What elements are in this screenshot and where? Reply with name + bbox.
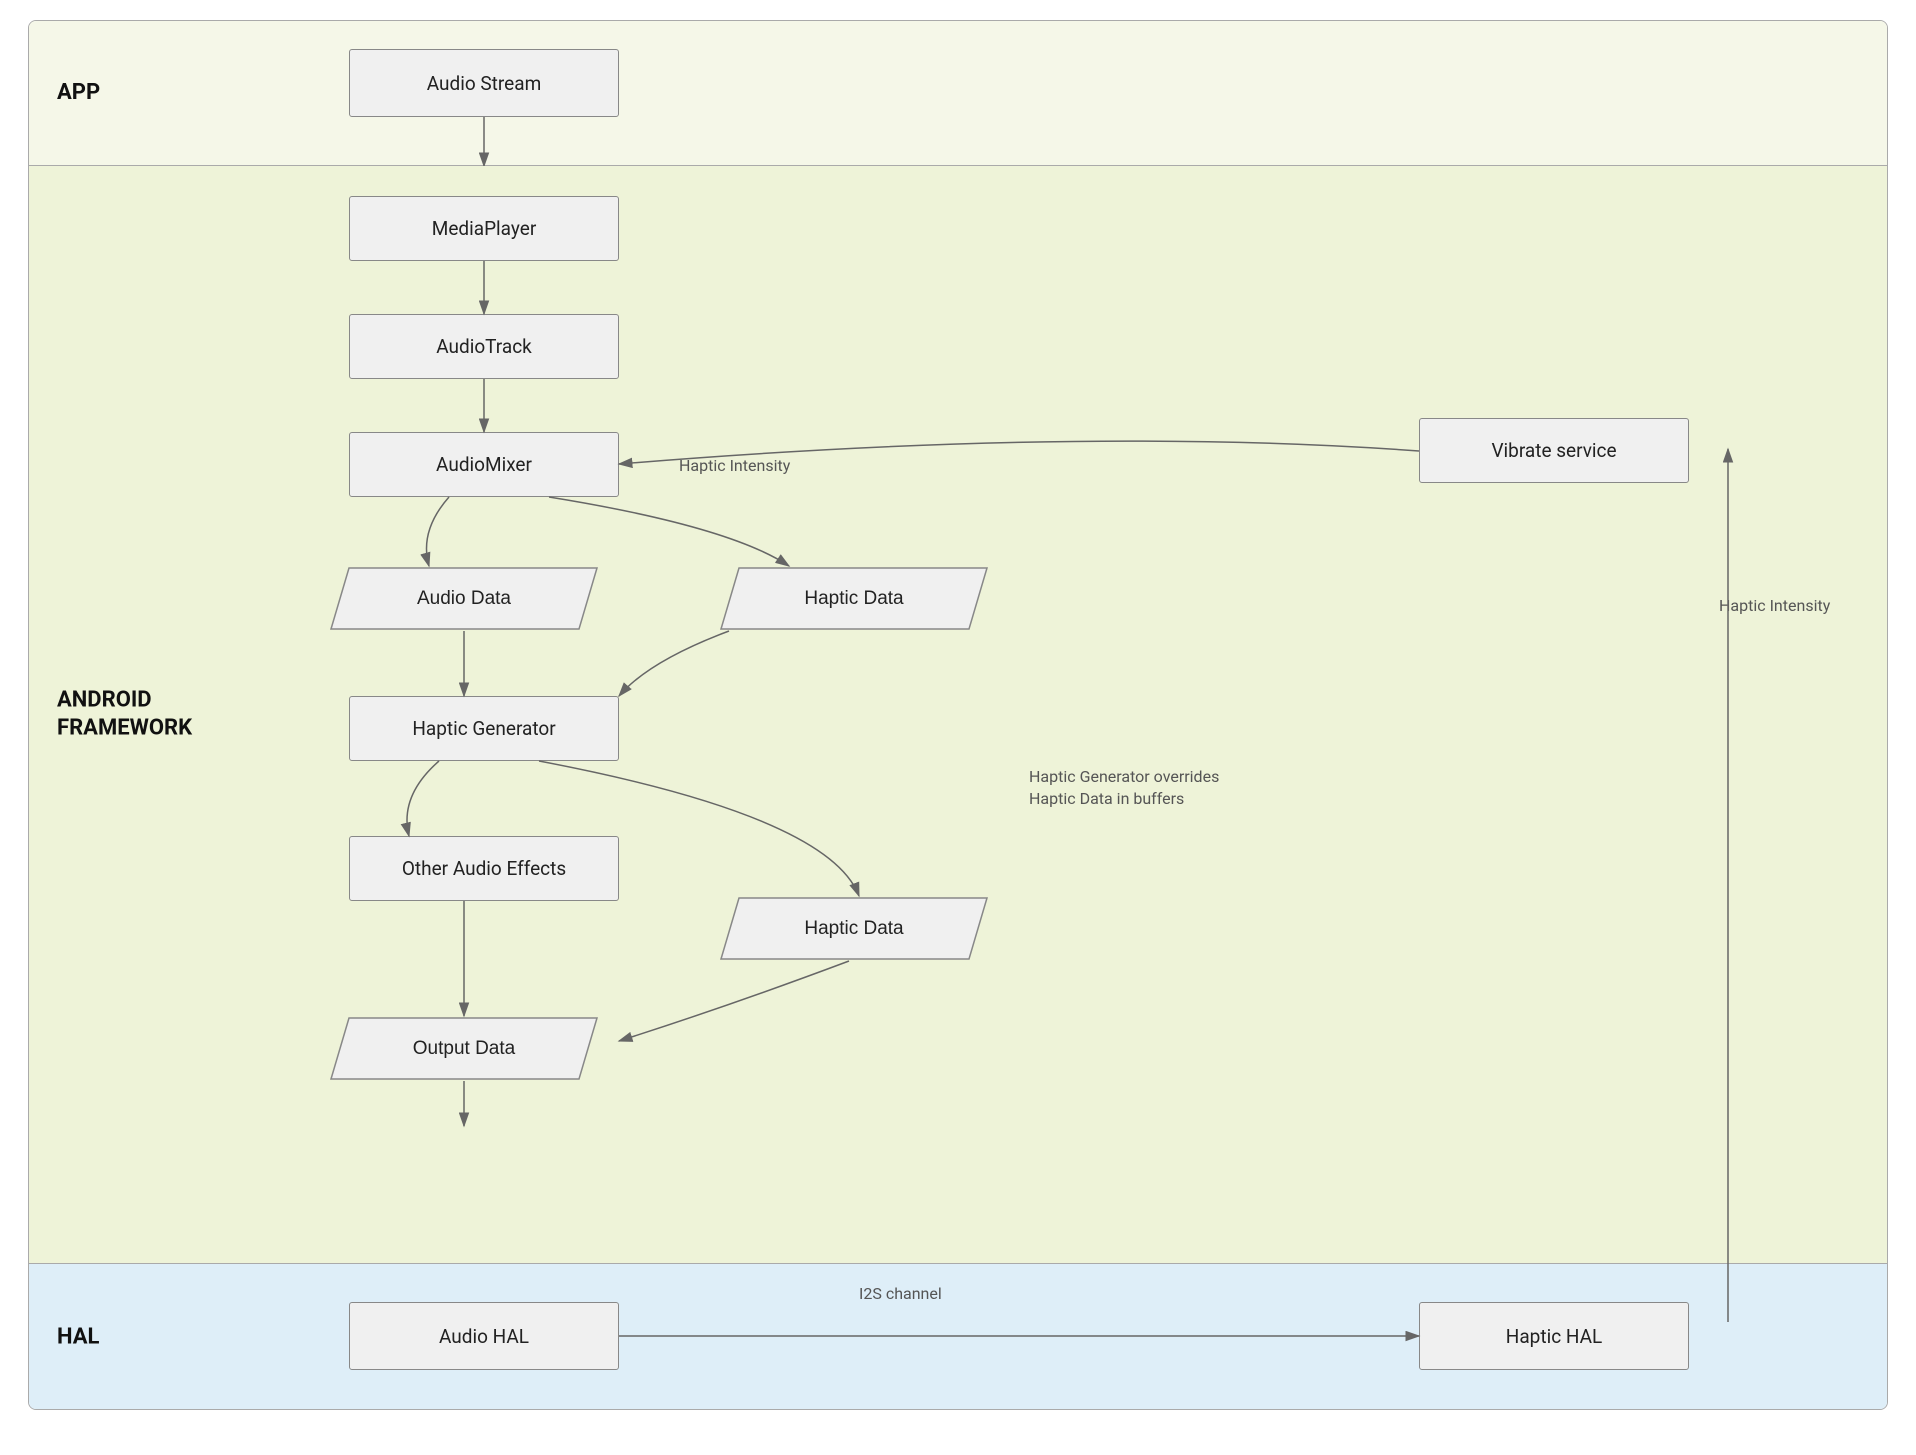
audio-track-box: AudioTrack (349, 314, 619, 379)
vibrate-service-box: Vibrate service (1419, 418, 1689, 483)
section-hal: HAL Audio HAL Haptic HAL I2S channel (29, 1264, 1887, 1409)
audio-mixer-box: AudioMixer (349, 432, 619, 497)
media-player-box: MediaPlayer (349, 196, 619, 261)
haptic-generator-overrides-label: Haptic Generator overridesHaptic Data in… (1029, 766, 1219, 811)
svg-text:Output Data: Output Data (413, 1038, 516, 1059)
haptic-data-1-box: Haptic Data (719, 566, 989, 631)
audio-stream-box: Audio Stream (349, 49, 619, 117)
svg-text:Haptic Data: Haptic Data (804, 588, 904, 609)
haptic-data-2-box: Haptic Data (719, 896, 989, 961)
haptic-generator-box: Haptic Generator (349, 696, 619, 761)
section-framework: ANDROIDFRAMEWORK MediaPlayer AudioTrack … (29, 166, 1887, 1264)
output-data-box: Output Data (329, 1016, 599, 1081)
haptic-intensity-right-label: Haptic Intensity (1719, 596, 1830, 615)
hal-arrows (29, 1264, 1888, 1409)
section-app: APP Audio Stream (29, 21, 1887, 166)
other-audio-effects-box: Other Audio Effects (349, 836, 619, 901)
framework-label: ANDROIDFRAMEWORK (57, 686, 192, 743)
app-arrows (29, 21, 1887, 166)
svg-text:Haptic Data: Haptic Data (804, 918, 904, 939)
diagram-wrapper: APP Audio Stream ANDROIDFRAMEWORK MediaP… (28, 20, 1888, 1410)
framework-arrows (29, 166, 1887, 1263)
app-label: APP (57, 80, 100, 106)
audio-data-box: Audio Data (329, 566, 599, 631)
svg-text:Audio Data: Audio Data (417, 588, 511, 609)
haptic-intensity-top-label: Haptic Intensity (679, 456, 790, 475)
